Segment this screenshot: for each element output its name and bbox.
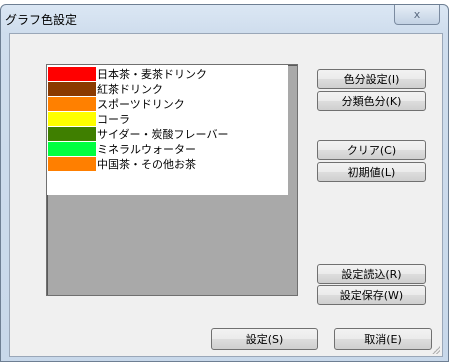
list-item-label: 中国茶・その他お茶: [97, 157, 196, 171]
clear-button[interactable]: クリア(C): [317, 140, 426, 160]
color-swatch: [48, 156, 96, 171]
color-setting-button[interactable]: 色分設定(I): [317, 69, 426, 89]
resize-grip[interactable]: [430, 344, 440, 354]
list-item-label: スポーツドリンク: [97, 97, 185, 111]
title-bar[interactable]: グラフ色設定 x: [1, 5, 448, 33]
save-settings-button[interactable]: 設定保存(W): [317, 285, 426, 305]
list-item[interactable]: 紅茶ドリンク: [47, 81, 288, 96]
cancel-button[interactable]: 取消(E): [334, 328, 432, 350]
ok-button[interactable]: 設定(S): [211, 328, 318, 350]
color-swatch: [48, 81, 96, 96]
list-item-label: 日本茶・麦茶ドリンク: [97, 67, 207, 81]
color-swatch: [48, 96, 96, 111]
load-settings-button[interactable]: 設定読込(R): [317, 264, 426, 284]
close-icon: x: [413, 8, 421, 21]
list-item-label: サイダー・炭酸フレーバー: [97, 127, 229, 141]
window-title: グラフ色設定: [5, 13, 78, 27]
color-swatch: [48, 126, 96, 141]
category-color-list[interactable]: 日本茶・麦茶ドリンク 紅茶ドリンク スポーツドリンク コーラ サイダー・炭酸フレ…: [46, 64, 298, 296]
category-color-button[interactable]: 分類色分(K): [317, 91, 426, 111]
close-button[interactable]: x: [394, 5, 440, 25]
list-item-label: ミネラルウォーター: [97, 142, 196, 156]
initial-values-button[interactable]: 初期値(L): [317, 162, 426, 182]
list-item-label: 紅茶ドリンク: [97, 82, 163, 96]
list-item[interactable]: 中国茶・その他お茶: [47, 156, 288, 171]
list-item[interactable]: 日本茶・麦茶ドリンク: [47, 66, 288, 81]
list-item[interactable]: スポーツドリンク: [47, 96, 288, 111]
list-item[interactable]: ミネラルウォーター: [47, 141, 288, 156]
color-swatch: [48, 141, 96, 156]
list-item[interactable]: コーラ: [47, 111, 288, 126]
list-item-label: コーラ: [97, 112, 130, 126]
dialog-client-area: 日本茶・麦茶ドリンク 紅茶ドリンク スポーツドリンク コーラ サイダー・炭酸フレ…: [9, 33, 443, 357]
color-settings-dialog: グラフ色設定 x 日本茶・麦茶ドリンク 紅茶ドリンク スポーツドリンク コーラ …: [0, 4, 449, 362]
list-item[interactable]: サイダー・炭酸フレーバー: [47, 126, 288, 141]
category-color-list-items: 日本茶・麦茶ドリンク 紅茶ドリンク スポーツドリンク コーラ サイダー・炭酸フレ…: [47, 65, 288, 195]
color-swatch: [48, 66, 96, 81]
color-swatch: [48, 111, 96, 126]
